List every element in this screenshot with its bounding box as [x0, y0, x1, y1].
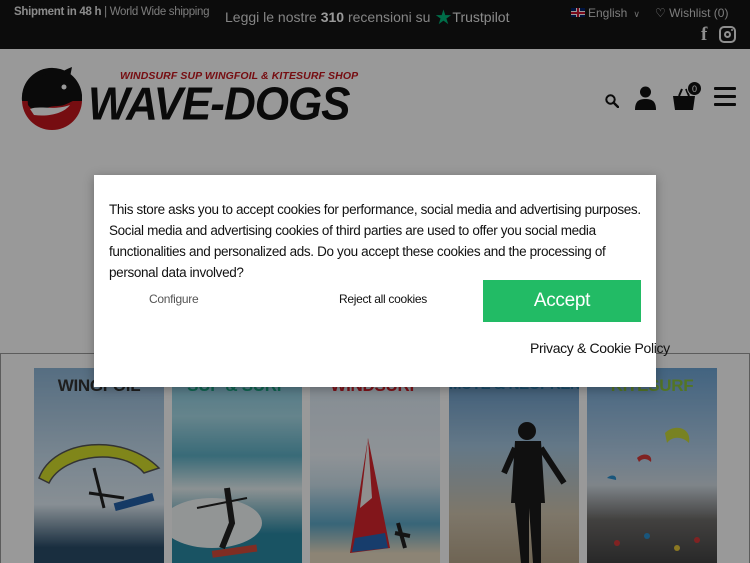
reject-all-cookies-button[interactable]: Reject all cookies [339, 292, 427, 306]
cookie-consent-dialog: This store asks you to accept cookies fo… [94, 175, 670, 387]
privacy-cookie-policy-link[interactable]: Privacy & Cookie Policy [530, 340, 670, 356]
accept-cookies-button[interactable]: Accept [483, 280, 641, 322]
configure-cookies-button[interactable]: Configure [149, 292, 199, 306]
cookie-message: This store asks you to accept cookies fo… [109, 202, 641, 280]
